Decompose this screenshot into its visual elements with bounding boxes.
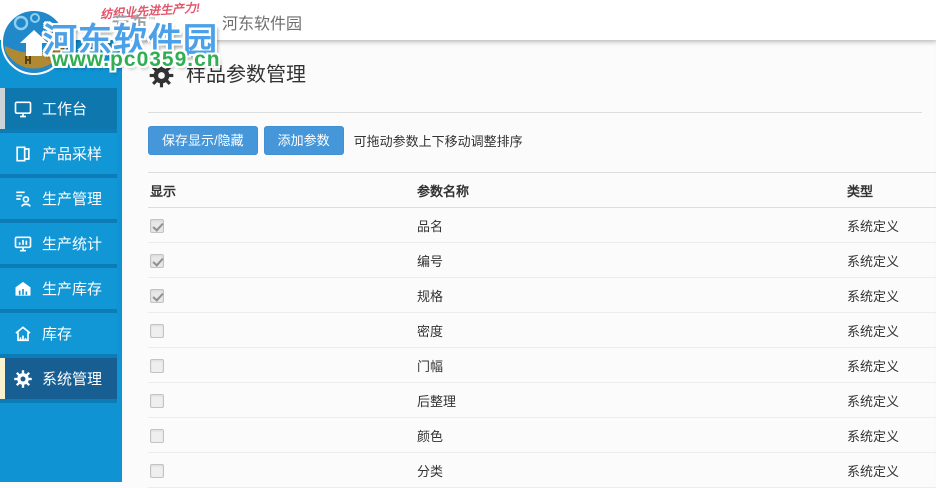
selection-marker <box>0 178 5 219</box>
sidebar-item-label: 生产库存 <box>42 281 103 298</box>
row-checkbox[interactable] <box>150 253 164 268</box>
param-type: 系统定义 <box>847 253 900 269</box>
table-row[interactable]: 分类 系统定义 <box>148 453 936 488</box>
param-name: 分类 <box>417 463 444 479</box>
add-parameter-button[interactable]: 添加参数 <box>263 126 344 155</box>
sidebar-item-label: 生产管理 <box>42 191 103 208</box>
chart-monitor-icon <box>14 236 32 251</box>
row-checkbox[interactable] <box>150 323 164 338</box>
page-title: 样品参数管理 <box>186 64 306 86</box>
sidebar-item-production-management[interactable]: 生产管理 <box>0 178 117 223</box>
param-type: 系统定义 <box>847 463 900 479</box>
selection-marker <box>0 358 5 399</box>
param-name: 密度 <box>417 323 444 339</box>
param-name: 编号 <box>417 253 444 269</box>
selection-marker <box>0 268 5 309</box>
col-header-parameter-name: 参数名称 <box>417 183 470 199</box>
sidebar-item-system-management[interactable]: 系统管理 <box>0 358 117 403</box>
sidebar-item-production-statistics[interactable]: 生产统计 <box>0 223 117 268</box>
toolbar: 保存显示/隐藏 添加参数 可拖动参数上下移动调整排序 <box>148 126 922 155</box>
param-type: 系统定义 <box>847 288 900 304</box>
divider <box>148 112 922 113</box>
row-checkbox[interactable] <box>150 358 164 373</box>
gear-icon <box>149 63 174 87</box>
brand-name: 云布 <box>112 14 148 33</box>
param-name: 规格 <box>417 288 444 304</box>
table-row[interactable]: 颜色 系统定义 <box>148 418 936 453</box>
param-name: 颜色 <box>417 428 444 444</box>
save-show-hide-button[interactable]: 保存显示/隐藏 <box>148 126 258 155</box>
param-type: 系统定义 <box>847 393 900 409</box>
page-header: 样品参数管理 <box>122 40 936 112</box>
selection-marker <box>0 223 5 264</box>
selection-marker <box>0 313 5 354</box>
table-row[interactable]: 编号 系统定义 <box>148 243 936 278</box>
row-checkbox[interactable] <box>150 288 164 303</box>
param-type: 系统定义 <box>847 358 900 374</box>
table-row[interactable]: 密度 系统定义 <box>148 313 936 348</box>
table-header-row: 显示 参数名称 类型 <box>148 172 936 208</box>
trademark-mark: ™ <box>148 15 157 25</box>
site-title: 河东软件园 <box>222 16 303 33</box>
sidebar-item-product-sampling[interactable]: 产品采样 <box>0 133 117 178</box>
row-checkbox[interactable] <box>150 463 164 478</box>
sidebar-item-label: 系统管理 <box>42 371 103 388</box>
sidebar: 工作台 产品采样 生产管理 生产统计 生产库存 库存 系统管理 <box>0 40 122 482</box>
param-type: 系统定义 <box>847 428 900 444</box>
selection-marker <box>0 133 5 174</box>
parameters-table-wrap: 显示 参数名称 类型 品名 系统定义 编号 系统定义 规格 系统定义 密度 系统… <box>148 172 936 488</box>
home-icon <box>15 325 31 341</box>
topbar: 纺织业先进生产力! 云布™ 河东软件园 <box>0 0 936 40</box>
table-row[interactable]: 规格 系统定义 <box>148 278 936 313</box>
sidebar-nav: 工作台 产品采样 生产管理 生产统计 生产库存 库存 系统管理 <box>0 88 122 403</box>
main-content: 样品参数管理 保存显示/隐藏 添加参数 可拖动参数上下移动调整排序 显示 参数名… <box>122 40 936 488</box>
row-checkbox[interactable] <box>150 393 164 408</box>
param-name: 门幅 <box>417 358 444 374</box>
col-header-type: 类型 <box>847 183 874 199</box>
row-checkbox[interactable] <box>150 428 164 443</box>
sidebar-item-production-inventory[interactable]: 生产库存 <box>0 268 117 313</box>
sidebar-item-label: 库存 <box>42 326 73 343</box>
sidebar-item-inventory[interactable]: 库存 <box>0 313 117 358</box>
param-name: 品名 <box>417 218 444 234</box>
sidebar-item-label: 生产统计 <box>42 236 103 253</box>
monitor-icon <box>14 101 32 117</box>
table-row[interactable]: 门幅 系统定义 <box>148 348 936 383</box>
sidebar-item-label: 工作台 <box>42 101 88 118</box>
param-name: 后整理 <box>417 393 457 409</box>
param-type: 系统定义 <box>847 323 900 339</box>
drag-hint-text: 可拖动参数上下移动调整排序 <box>353 134 523 149</box>
sidebar-item-workbench[interactable]: 工作台 <box>0 88 117 133</box>
person-doc-icon <box>16 191 31 207</box>
col-header-show: 显示 <box>150 183 177 199</box>
gear-icon <box>14 369 32 388</box>
table-row[interactable]: 后整理 系统定义 <box>148 383 936 418</box>
row-checkbox[interactable] <box>150 218 164 233</box>
table-row[interactable]: 品名 系统定义 <box>148 208 936 243</box>
app-logo-text: 云布™ <box>112 9 157 34</box>
book-icon <box>16 146 30 161</box>
selection-marker <box>0 88 5 129</box>
parameters-table: 显示 参数名称 类型 品名 系统定义 编号 系统定义 规格 系统定义 密度 系统… <box>148 172 936 488</box>
sidebar-item-label: 产品采样 <box>42 146 103 163</box>
param-type: 系统定义 <box>847 218 900 234</box>
warehouse-icon <box>15 281 31 296</box>
